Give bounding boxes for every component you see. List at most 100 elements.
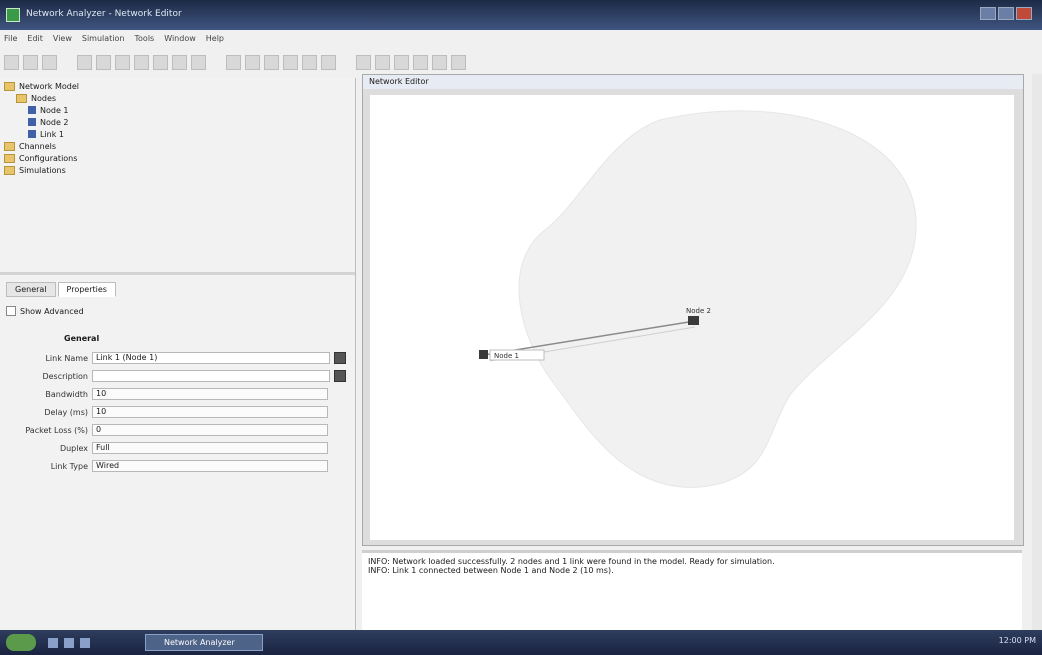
window-titlebar: Network Analyzer - Network Editor [0,0,1042,30]
property-row: Duplex Full [0,442,330,456]
property-dropdown[interactable]: Full [92,442,328,454]
zoom-in-icon[interactable] [226,54,241,70]
step-icon[interactable] [321,54,336,70]
tree-item[interactable]: Node 1 [4,104,344,116]
node-1-label: Node 1 [494,352,519,360]
save-icon[interactable] [42,54,57,70]
tree-item-label: Node 1 [40,105,69,115]
editor-panel: Network Editor Node 2 Node 1 [362,74,1024,546]
export-icon[interactable] [375,54,390,70]
open-icon[interactable] [23,54,38,70]
menu-item[interactable]: Help [206,34,224,48]
fit-icon[interactable] [264,54,279,70]
property-label: Delay (ms) [44,408,88,417]
property-dropdown[interactable]: 10 [92,388,328,400]
validate-icon[interactable] [356,54,371,70]
close-button[interactable] [1016,7,1032,20]
node-icon[interactable] [451,54,466,70]
tree-item[interactable]: Channels [4,140,344,152]
show-advanced-checkbox[interactable] [6,306,16,316]
folder-icon [4,165,15,175]
tree-item-label: Channels [19,141,57,151]
import-icon[interactable] [394,54,409,70]
taskbar-app-button[interactable]: Network Analyzer [145,634,263,651]
pan-icon[interactable] [413,54,428,70]
undo-icon[interactable] [172,54,187,70]
print-icon[interactable] [77,54,92,70]
menu-item[interactable]: Tools [135,34,155,48]
quicklaunch-icon[interactable] [80,638,90,648]
property-label: Link Name [45,354,88,363]
system-tray-clock: 12:00 PM [998,636,1036,645]
maximize-button[interactable] [998,7,1014,20]
menu-item[interactable]: Simulation [82,34,125,48]
folder-icon [4,141,15,151]
delete-icon[interactable] [153,54,168,70]
property-dropdown[interactable]: Wired [92,460,328,472]
right-scrollbar[interactable] [1032,74,1042,630]
tree-item[interactable]: Simulations [4,164,344,176]
menu-item[interactable]: Window [164,34,196,48]
property-row: Bandwidth 10 [0,388,330,402]
property-text-field[interactable]: Link 1 (Node 1) [92,352,330,364]
tree-item[interactable]: Network Model [4,80,344,92]
edit-icon[interactable] [334,370,346,382]
menu-item[interactable]: Edit [27,34,43,48]
menu-item[interactable]: File [4,34,17,48]
property-label: Description [42,372,88,381]
zoom-out-icon[interactable] [245,54,260,70]
console-line: INFO: Link 1 connected between Node 1 an… [368,566,614,575]
quicklaunch-icon[interactable] [64,638,74,648]
quicklaunch-icon[interactable] [48,638,58,648]
window-controls [980,7,1032,20]
show-advanced-label: Show Advanced [20,306,84,316]
node-2-marker[interactable] [688,316,699,325]
redo-icon[interactable] [191,54,206,70]
panel-splitter[interactable] [0,272,355,275]
node-icon [28,130,36,138]
network-canvas[interactable]: Node 2 Node 1 [370,95,1014,540]
property-label: Bandwidth [45,390,88,399]
folder-icon [4,153,15,163]
tree-item-label: Link 1 [40,129,65,139]
properties-panel: General Properties Show Advanced General … [0,276,355,630]
property-row: Packet Loss (%) 0 [0,424,330,438]
paste-icon[interactable] [134,54,149,70]
new-icon[interactable] [4,54,19,70]
property-label: Link Type [50,462,88,471]
property-dropdown[interactable]: 10 [92,406,328,418]
property-text-field[interactable] [92,370,330,382]
tree-item[interactable]: Nodes [4,92,344,104]
left-panel: Network Model Nodes Node 1 Node 2 Link 1 Chan… [0,78,356,630]
tree-item-label: Nodes [31,93,57,103]
run-icon[interactable] [283,54,298,70]
select-icon[interactable] [432,54,447,70]
tab-properties[interactable]: Properties [57,282,116,297]
start-button[interactable] [6,634,36,651]
taskbar: Network Analyzer 12:00 PM [0,630,1042,655]
stop-icon[interactable] [302,54,317,70]
minimize-button[interactable] [980,7,996,20]
tree-item-label: Configurations [19,153,78,163]
menu-item[interactable]: View [53,34,72,48]
menu-bar: File Edit View Simulation Tools Window Help [4,34,1042,48]
toolbar [4,50,1042,74]
window-title: Network Analyzer - Network Editor [26,9,182,19]
tree-item-label: Simulations [19,165,66,175]
tab-general[interactable]: General [6,282,56,297]
property-row: Delay (ms) 10 [0,406,330,420]
copy-icon[interactable] [115,54,130,70]
node-2-label: Node 2 [686,307,711,315]
tree-item[interactable]: Link 1 [4,128,344,140]
tree-item[interactable]: Configurations [4,152,344,164]
node-1-marker[interactable] [479,350,488,359]
property-dropdown[interactable]: 0 [92,424,328,436]
tree-item[interactable]: Node 2 [4,116,344,128]
cut-icon[interactable] [96,54,111,70]
property-label: Duplex [59,444,88,453]
folder-icon [16,93,27,103]
tree-item-label: Network Model [19,81,79,91]
edit-icon[interactable] [334,352,346,364]
property-row: Link Type Wired [0,460,330,474]
show-advanced[interactable]: Show Advanced [6,306,84,316]
